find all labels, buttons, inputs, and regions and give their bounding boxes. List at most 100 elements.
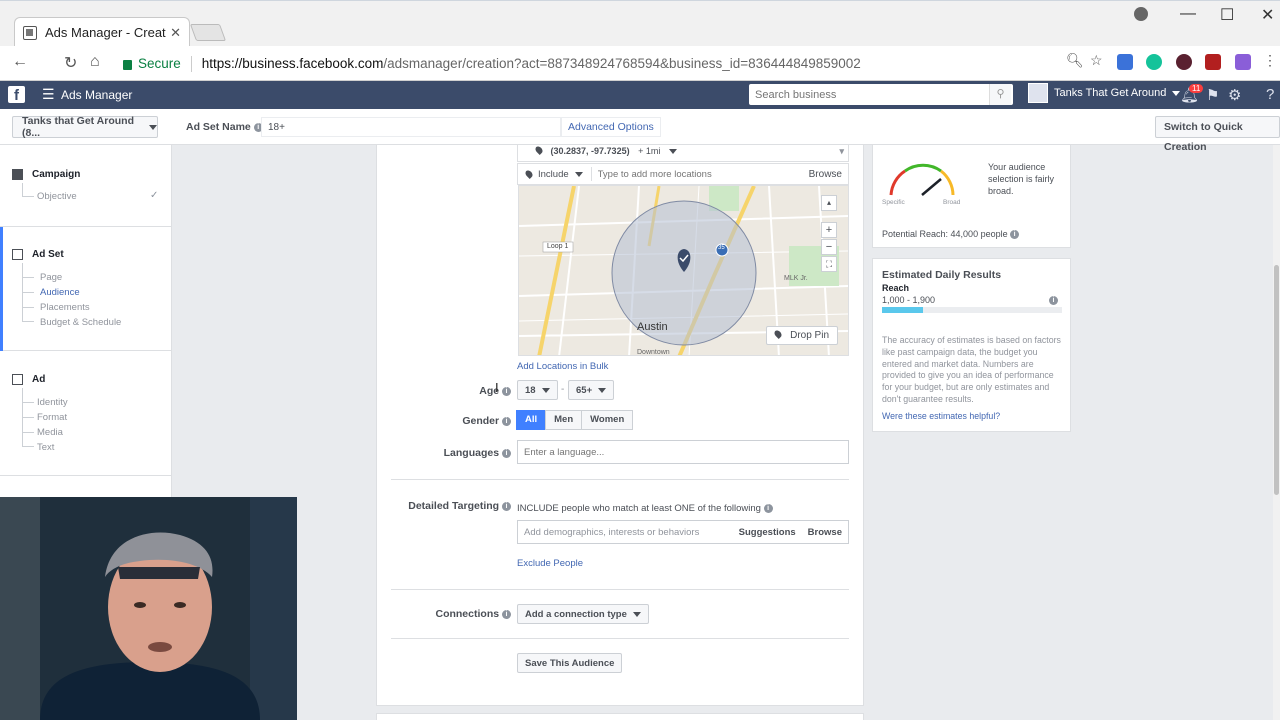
- sidebar-ad-header[interactable]: Ad: [12, 374, 45, 385]
- sidebar-item-text[interactable]: Text: [37, 442, 54, 453]
- zoom-out-icon[interactable]: −: [821, 239, 837, 255]
- connection-type-dropdown[interactable]: Add a connection type: [517, 604, 649, 624]
- sidebar-item-format[interactable]: Format: [37, 412, 67, 423]
- info-icon[interactable]: i: [1010, 230, 1020, 240]
- detailed-include-label: INCLUDE people who match at least ONE of…: [517, 503, 761, 514]
- location-pin-icon: [773, 329, 784, 339]
- location-radius[interactable]: + 1mi: [638, 146, 660, 156]
- close-tab-icon[interactable]: ✕: [170, 25, 181, 41]
- estimates-feedback-link[interactable]: Were these estimates helpful?: [882, 411, 1000, 421]
- expand-caret-icon[interactable]: ▾: [839, 145, 844, 157]
- pdf-extension-icon[interactable]: [1205, 54, 1221, 70]
- info-icon[interactable]: i: [502, 609, 511, 619]
- add-locations-bulk-link[interactable]: Add Locations in Bulk: [517, 361, 608, 372]
- profile-icon[interactable]: [1134, 7, 1148, 21]
- gender-option-all[interactable]: All: [516, 410, 547, 430]
- scrollbar-thumb[interactable]: [1274, 265, 1279, 495]
- help-icon[interactable]: ?: [1266, 86, 1274, 103]
- business-search[interactable]: ⚲: [749, 84, 1013, 105]
- map-collapse-icon[interactable]: ▴: [821, 195, 837, 211]
- active-section-indicator: [0, 227, 3, 351]
- language-input[interactable]: [517, 440, 849, 464]
- home-icon[interactable]: ⌂: [90, 53, 100, 71]
- browser-tab[interactable]: Ads Manager - Creation ✕: [14, 17, 190, 47]
- info-icon[interactable]: i: [502, 386, 511, 396]
- detailed-targeting-box[interactable]: Add demographics, interests or behaviors…: [517, 520, 849, 544]
- chevron-down-icon: [149, 124, 157, 130]
- url-path: /adsmanager/creation?act=887348924768594…: [383, 56, 861, 71]
- location-map[interactable]: Loop 1 35 Austin Downtown MLK Jr. ▴ + − …: [518, 185, 849, 356]
- extension-k-icon[interactable]: [1176, 54, 1192, 70]
- page-scrollbar[interactable]: [1273, 145, 1280, 720]
- include-dropdown[interactable]: Include: [518, 167, 592, 181]
- browser-titlebar: Ads Manager - Creation ✕ — ☐ ✕: [0, 0, 1280, 47]
- new-tab-button[interactable]: [189, 24, 227, 41]
- app-title[interactable]: Ads Manager: [61, 88, 132, 102]
- detailed-browse-button[interactable]: Browse: [802, 527, 848, 538]
- ad-set-name-input[interactable]: [261, 117, 561, 137]
- age-max-select[interactable]: 65+: [568, 380, 615, 400]
- back-icon[interactable]: ←: [12, 53, 28, 71]
- hamburger-menu-icon[interactable]: ☰: [42, 86, 55, 103]
- sidebar-adset-header[interactable]: Ad Set: [12, 249, 64, 260]
- tree-tick: [22, 402, 34, 403]
- map-label-highway: 35: [718, 245, 725, 251]
- tree-tick: [22, 307, 34, 308]
- info-icon[interactable]: i: [1049, 296, 1058, 305]
- advanced-options-link[interactable]: Advanced Options: [561, 117, 661, 137]
- info-icon[interactable]: i: [502, 501, 511, 511]
- sidebar-item-audience[interactable]: Audience: [40, 287, 80, 298]
- age-min-select[interactable]: 18: [517, 380, 558, 400]
- chrome-menu-icon[interactable]: ⋮: [1263, 52, 1277, 69]
- gender-label-text: Gender: [462, 415, 500, 427]
- exclude-people-link[interactable]: Exclude People: [517, 558, 583, 569]
- zoom-in-icon[interactable]: +: [821, 222, 837, 238]
- fullscreen-icon[interactable]: ⛶: [821, 256, 837, 272]
- account-switcher[interactable]: Tanks That Get Around: [1028, 83, 1181, 103]
- sidebar-campaign-header[interactable]: Campaign: [12, 169, 80, 180]
- sidebar-item-objective[interactable]: Objective: [37, 191, 77, 202]
- suggestions-button[interactable]: Suggestions: [733, 527, 802, 538]
- maximize-icon[interactable]: ☐: [1220, 5, 1234, 25]
- detailed-targeting-label-text: Detailed Targeting: [408, 500, 500, 512]
- sidebar-item-budget-schedule[interactable]: Budget & Schedule: [40, 317, 121, 328]
- extension-1-icon[interactable]: [1117, 54, 1133, 70]
- business-search-input[interactable]: [749, 88, 989, 101]
- location-search-input[interactable]: [591, 168, 809, 180]
- drop-pin-button[interactable]: Drop Pin: [766, 326, 838, 345]
- minimize-icon[interactable]: —: [1180, 5, 1196, 23]
- info-icon[interactable]: i: [502, 448, 511, 458]
- pen-extension-icon[interactable]: [1235, 54, 1251, 70]
- flag-icon[interactable]: ⚑: [1206, 86, 1219, 104]
- chevron-down-icon: [668, 149, 677, 154]
- gear-icon[interactable]: ⚙: [1228, 86, 1241, 104]
- reach-bar-fill: [882, 307, 924, 313]
- zoom-icon[interactable]: 🔍︎: [1066, 52, 1084, 69]
- sidebar-item-placements[interactable]: Placements: [40, 302, 90, 313]
- sidebar-item-identity[interactable]: Identity: [37, 397, 68, 408]
- location-browse-button[interactable]: Browse: [809, 169, 848, 180]
- bookmark-star-icon[interactable]: ☆: [1090, 52, 1103, 69]
- sidebar-item-page[interactable]: Page: [40, 272, 62, 283]
- ad-set-name-text: Ad Set Name: [186, 121, 251, 133]
- selected-location-row[interactable]: (30.2837, -97.7325) + 1mi ▾: [517, 145, 849, 162]
- save-audience-button[interactable]: Save This Audience: [517, 653, 623, 673]
- switch-quick-creation-button[interactable]: Switch to Quick Creation: [1155, 116, 1280, 153]
- search-icon[interactable]: ⚲: [989, 84, 1011, 105]
- gender-option-women[interactable]: Women: [581, 410, 634, 430]
- detailed-targeting-placeholder[interactable]: Add demographics, interests or behaviors: [518, 527, 733, 538]
- text-cursor-icon: I: [495, 380, 499, 395]
- save-audience-label: Save This Audience: [525, 657, 615, 669]
- url-field[interactable]: Secure https://business.facebook.com /ad…: [114, 50, 1108, 77]
- info-icon[interactable]: i: [763, 503, 773, 513]
- grammarly-extension-icon[interactable]: [1146, 54, 1162, 70]
- info-icon[interactable]: i: [502, 416, 511, 426]
- facebook-logo-icon[interactable]: f: [8, 86, 25, 104]
- window-close-icon[interactable]: ✕: [1261, 5, 1274, 25]
- gender-option-men[interactable]: Men: [545, 410, 583, 430]
- address-bar: ← ↻ ⌂ Secure https://business.facebook.c…: [0, 46, 1280, 81]
- ad-account-select[interactable]: Tanks that Get Around (8...: [12, 115, 158, 139]
- sidebar-item-media[interactable]: Media: [37, 427, 63, 438]
- reload-icon[interactable]: ↻: [64, 53, 77, 73]
- location-coords: (30.2837, -97.7325): [550, 146, 630, 156]
